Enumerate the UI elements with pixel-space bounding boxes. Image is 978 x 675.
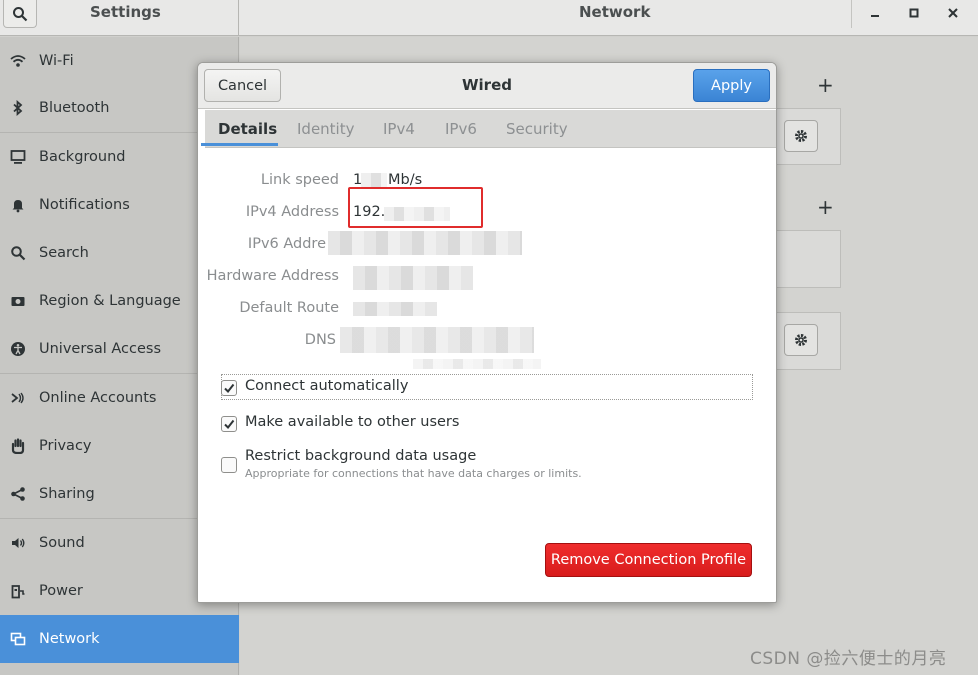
gear-icon — [795, 334, 807, 346]
sidebar-item-label: Universal Access — [39, 341, 162, 357]
maximize-button[interactable] — [900, 2, 928, 24]
checkmark-icon — [224, 383, 235, 394]
redacted-dns-secondary — [413, 359, 541, 369]
available-to-others-row[interactable]: Make available to other users — [221, 414, 459, 432]
accessibility-icon — [9, 340, 27, 358]
minimize-icon — [871, 15, 879, 17]
add-connection-plus-icon[interactable]: + — [817, 73, 834, 97]
sidebar-item-network[interactable]: Network — [0, 615, 239, 663]
redacted-hardware-address — [353, 266, 473, 290]
online-accounts-icon — [9, 389, 27, 407]
default-route-label: Default Route — [239, 300, 339, 316]
tab-ipv4[interactable]: IPv4 — [383, 110, 415, 148]
add-vpn-plus-icon[interactable]: + — [817, 195, 834, 219]
gear-icon — [795, 130, 807, 142]
headerbar: Settings Network — [0, 0, 978, 36]
sidebar-header: Settings — [0, 0, 239, 36]
dialog-title: Wired — [462, 76, 512, 94]
restrict-background-label: Restrict background data usage — [245, 448, 477, 464]
sidebar-item-label: Notifications — [39, 197, 130, 213]
wired-dialog: Cancel Wired Apply Details Identity IPv4… — [197, 62, 777, 603]
restrict-background-subtitle: Appropriate for connections that have da… — [245, 467, 582, 480]
bell-icon — [9, 196, 27, 214]
sidebar-item-label: Bluetooth — [39, 100, 110, 116]
sidebar-item-label: Region & Language — [39, 293, 181, 309]
redacted-dns — [340, 327, 534, 353]
window-controls-separator — [851, 0, 852, 28]
sidebar-item-label: Wi-Fi — [39, 53, 74, 69]
checkmark-icon — [224, 419, 235, 430]
connect-automatically-checkbox[interactable] — [221, 380, 237, 396]
camera-icon — [9, 292, 27, 310]
restrict-background-row[interactable]: Restrict background data usage Appropria… — [221, 448, 582, 480]
sidebar-item-label: Search — [39, 245, 89, 261]
link-speed-label: Link speed — [260, 172, 339, 188]
dialog-header: Cancel Wired Apply — [198, 63, 776, 109]
network-icon — [9, 630, 27, 648]
link-speed-unit: Mb/s — [388, 172, 423, 188]
sidebar-item-label: Sharing — [39, 486, 95, 502]
redacted-default-route — [353, 302, 437, 316]
display-icon — [9, 148, 27, 166]
search-icon — [9, 244, 27, 262]
sidebar-item-label: Online Accounts — [39, 390, 157, 406]
ipv4-label: IPv4 Address — [245, 204, 339, 220]
sidebar-item-label: Network — [39, 631, 100, 647]
close-icon — [948, 8, 958, 18]
apply-button[interactable]: Apply — [693, 69, 770, 102]
sidebar-item-label: Background — [39, 149, 126, 165]
maximize-icon — [909, 8, 919, 18]
available-to-others-checkbox[interactable] — [221, 416, 237, 432]
hardware-address-label: Hardware Address — [206, 268, 339, 284]
tab-security[interactable]: Security — [506, 110, 568, 148]
panel-title: Network — [579, 3, 651, 21]
active-tab-indicator — [201, 143, 278, 146]
wired-settings-button[interactable] — [784, 120, 818, 152]
settings-title: Settings — [90, 3, 161, 21]
restrict-background-text: Restrict background data usage Appropria… — [245, 448, 582, 480]
dns-label: DNS — [304, 332, 336, 348]
tab-ipv6[interactable]: IPv6 — [445, 110, 477, 148]
available-to-others-label: Make available to other users — [245, 414, 460, 430]
watermark: CSDN @捡六便士的月亮 — [750, 649, 947, 669]
tab-identity[interactable]: Identity — [297, 110, 355, 148]
bluetooth-icon — [9, 99, 27, 117]
highlight-annotation-box — [348, 187, 483, 228]
connect-automatically-row[interactable]: Connect automatically — [221, 378, 408, 396]
power-icon — [9, 582, 27, 600]
connect-automatically-label: Connect automatically — [245, 378, 409, 394]
minimize-button[interactable] — [861, 2, 889, 24]
sidebar-item-label: Privacy — [39, 438, 92, 454]
search-button[interactable] — [3, 0, 37, 28]
ipv6-label: IPv6 Addre — [247, 236, 326, 252]
restrict-background-checkbox[interactable] — [221, 457, 237, 473]
close-button[interactable] — [939, 2, 967, 24]
remove-connection-profile-button[interactable]: Remove Connection Profile — [545, 543, 752, 577]
search-icon — [13, 6, 28, 21]
dialog-tabs: Details Identity IPv4 IPv6 Security — [205, 110, 776, 148]
hand-icon — [9, 437, 27, 455]
share-icon — [9, 485, 27, 503]
vpn-card — [767, 230, 841, 288]
redacted-ipv6 — [328, 231, 522, 255]
speaker-icon — [9, 534, 27, 552]
sidebar-item-label: Power — [39, 583, 83, 599]
wifi-icon — [9, 52, 27, 70]
proxy-settings-button[interactable] — [784, 324, 818, 356]
sidebar-item-label: Sound — [39, 535, 85, 551]
